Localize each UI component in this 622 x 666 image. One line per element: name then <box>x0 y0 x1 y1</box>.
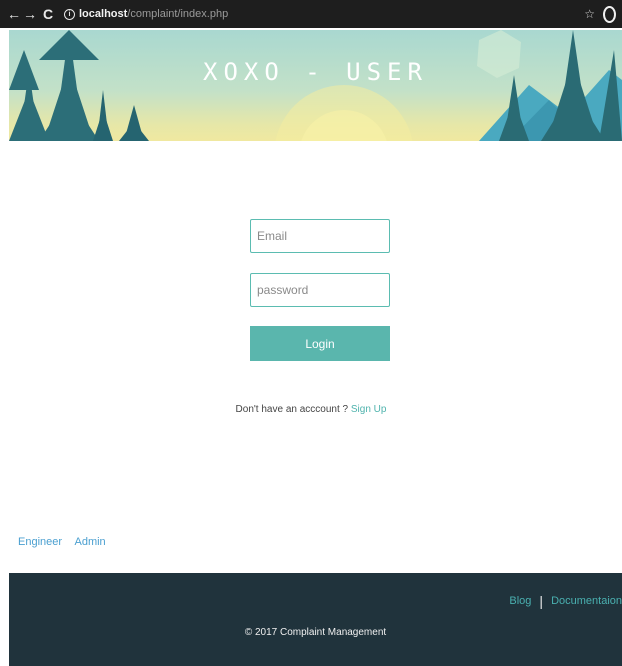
browser-toolbar: ← → C i localhost /complaint/index.php ☆ <box>0 0 622 28</box>
header-banner: XOXO - USER <box>9 30 622 141</box>
url-host: localhost <box>79 8 128 20</box>
blog-link[interactable]: Blog <box>509 595 531 607</box>
extension-icon[interactable] <box>603 5 616 23</box>
address-bar[interactable]: i localhost /complaint/index.php <box>64 8 584 20</box>
signup-prompt: Don't have an acccount ? Sign Up <box>0 404 622 415</box>
admin-link[interactable]: Admin <box>75 536 106 548</box>
login-button[interactable]: Login <box>250 326 390 361</box>
role-links: Engineer Admin <box>18 536 116 548</box>
engineer-link[interactable]: Engineer <box>18 536 62 548</box>
documentation-link[interactable]: Documentaion <box>551 595 622 607</box>
forward-arrow-icon[interactable]: → <box>22 0 38 28</box>
signup-link[interactable]: Sign Up <box>351 404 387 415</box>
page-title: XOXO - USER <box>203 58 428 86</box>
copyright-text: © 2017 Complaint Management <box>244 627 387 638</box>
password-input[interactable] <box>250 273 390 307</box>
url-path: /complaint/index.php <box>127 8 229 20</box>
footer: Blog | Documentaion © 2017 Complaint Man… <box>9 573 622 666</box>
back-arrow-icon[interactable]: ← <box>6 0 22 28</box>
signup-prompt-text: Don't have an acccount ? <box>235 404 349 415</box>
reload-icon[interactable]: C <box>40 0 56 28</box>
footer-links: Blog | Documentaion <box>509 593 622 609</box>
star-icon[interactable]: ☆ <box>584 7 595 21</box>
footer-separator: | <box>539 593 544 609</box>
info-icon[interactable]: i <box>64 8 75 20</box>
email-input[interactable] <box>250 219 390 253</box>
